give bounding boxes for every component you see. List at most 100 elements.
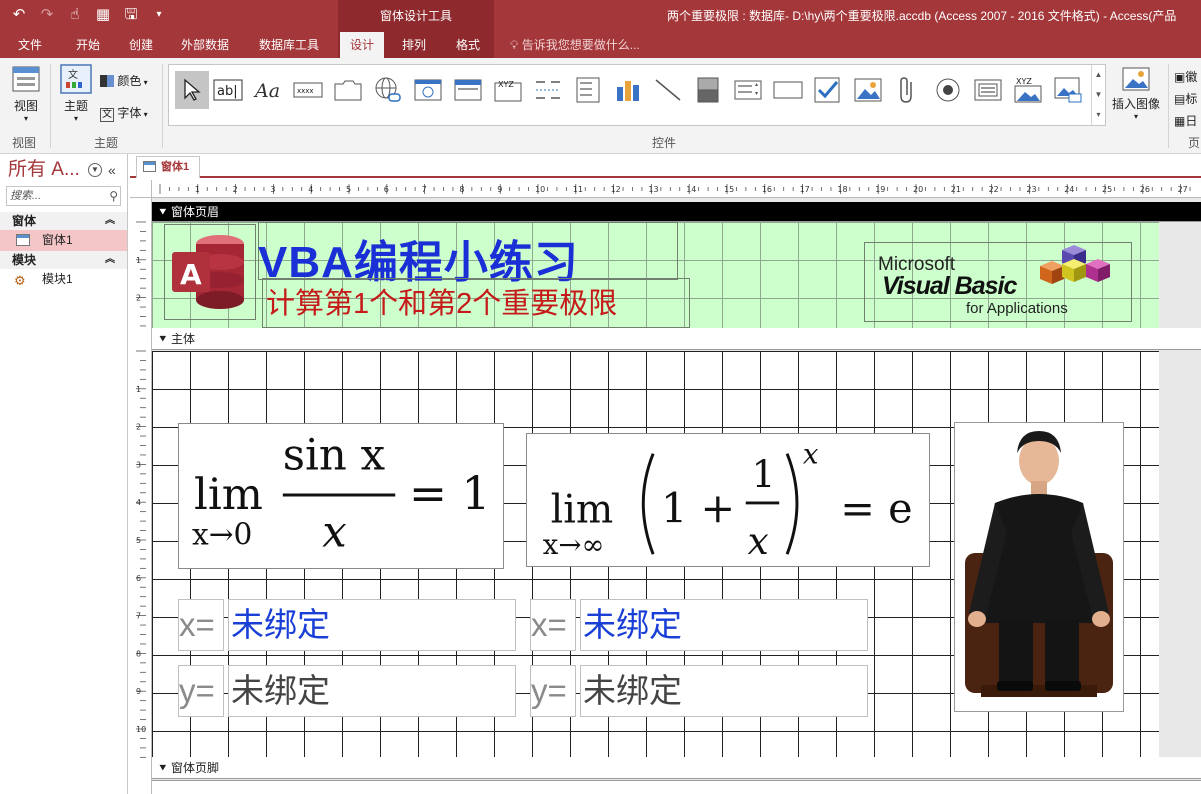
ruler-number: 3 bbox=[136, 460, 141, 469]
chevron-up-icon[interactable]: ︽ bbox=[105, 251, 115, 269]
lim-subscript: x→∞ bbox=[543, 528, 605, 561]
gallery-scroll[interactable]: ▲ ▼ ▾ bbox=[1091, 65, 1105, 125]
image-control-icon[interactable] bbox=[1053, 75, 1083, 105]
controls-gallery: ab| Aa xxxx XYZ XYZ ▲ ▼ ▾ bbox=[168, 64, 1106, 126]
tab-create[interactable]: 创建 bbox=[118, 32, 164, 58]
nav-item-form1[interactable]: 窗体1 bbox=[0, 230, 127, 251]
chevron-down-icon: ▾ bbox=[1133, 112, 1138, 121]
window-title: 两个重要极限 : 数据库- D:\hy\两个重要极限.accdb (Access… bbox=[667, 9, 1177, 23]
bound-object-frame-icon[interactable]: XYZ bbox=[1013, 75, 1043, 105]
rectangle-control-icon[interactable] bbox=[773, 75, 803, 105]
document-tab-form1[interactable]: 窗体1 bbox=[136, 156, 200, 178]
logo-button[interactable]: ▣徽 bbox=[1174, 66, 1197, 88]
vb-logo-applications: for Applications bbox=[966, 300, 1068, 317]
form-footer-bar[interactable]: ⯆ 窗体页脚 bbox=[152, 757, 1201, 779]
x-label-left[interactable]: x= bbox=[178, 599, 224, 651]
customize-qat-icon[interactable]: ▾ bbox=[148, 4, 170, 26]
ruler-number: 10 bbox=[535, 185, 545, 194]
ruler-number: 3 bbox=[270, 185, 275, 194]
hyperlink-control-icon[interactable] bbox=[373, 75, 403, 105]
redo-icon[interactable]: ↷ bbox=[36, 4, 58, 26]
ribbon-tabs: 文件 开始 创建 外部数据 数据库工具 设计 排列 格式 💡︎ 告诉我您想要做什… bbox=[0, 32, 1201, 58]
ruler-number: 23 bbox=[1026, 185, 1036, 194]
view-label: 视图 bbox=[13, 99, 38, 113]
form-header-bar[interactable]: ⯆ 窗体页眉 bbox=[152, 202, 1201, 222]
ruler-number: 1 bbox=[195, 185, 200, 194]
unbound-object-frame-icon[interactable] bbox=[853, 75, 883, 105]
textbox-control-icon[interactable]: ab| bbox=[213, 75, 243, 105]
tab-file[interactable]: 文件 bbox=[8, 32, 52, 58]
tab-home[interactable]: 开始 bbox=[64, 32, 112, 58]
tell-me-box[interactable]: 💡︎ 告诉我您想要做什么... bbox=[510, 32, 640, 58]
chevron-up-icon[interactable]: ︽ bbox=[105, 212, 115, 230]
detail-section-bar[interactable]: ⯆ 主体 bbox=[152, 328, 1201, 350]
date-time-button[interactable]: ▦日 bbox=[1174, 110, 1197, 132]
tab-database-tools[interactable]: 数据库工具 bbox=[250, 32, 328, 58]
title-icon: ▤ bbox=[1174, 92, 1186, 106]
nav-section-modules[interactable]: 模块 ︽ bbox=[0, 251, 127, 269]
checkbox-control-icon[interactable] bbox=[813, 75, 843, 105]
ruler-number: 4 bbox=[136, 498, 141, 507]
toggle-button-icon[interactable] bbox=[693, 75, 723, 105]
attachment-icon[interactable] bbox=[893, 75, 923, 105]
title-label: 标 bbox=[1185, 92, 1198, 106]
header-footer-group-label: 页 bbox=[1188, 136, 1201, 150]
collapse-pane-icon[interactable]: « bbox=[108, 154, 116, 186]
page-break-icon[interactable] bbox=[533, 75, 563, 105]
undo-icon[interactable]: ↶ bbox=[8, 4, 30, 26]
combo-box-icon[interactable] bbox=[573, 75, 603, 105]
y-label-right[interactable]: y= bbox=[530, 665, 576, 717]
chevron-down-circle-icon[interactable]: ▼ bbox=[88, 163, 102, 177]
formula-first-limit[interactable]: lim x→0 sin x x = 1 bbox=[178, 423, 504, 569]
nav-item-module1[interactable]: ⚙ 模块1 bbox=[0, 269, 127, 290]
subform-icon[interactable] bbox=[973, 75, 1003, 105]
touch-mode-icon[interactable]: ☝ bbox=[64, 4, 86, 26]
title-button[interactable]: ▤标 bbox=[1174, 88, 1197, 110]
gallery-more-icon[interactable]: ▾ bbox=[1092, 105, 1105, 125]
line-control-icon[interactable] bbox=[653, 75, 683, 105]
tab-arrange[interactable]: 排列 bbox=[392, 32, 436, 58]
chevron-down-icon[interactable]: ▼ bbox=[1092, 85, 1105, 105]
list-box-icon[interactable] bbox=[733, 75, 763, 105]
fonts-button[interactable]: 文 字体 ▾ bbox=[100, 104, 148, 122]
button-control-icon[interactable]: xxxx bbox=[293, 75, 323, 105]
form-header-section[interactable]: A VBA编程小练习 计算第1个和第2个重要极限 Microsoft Visua… bbox=[152, 222, 1159, 328]
web-browser-control-icon[interactable] bbox=[413, 75, 443, 105]
view-button[interactable]: 视图 ▾ bbox=[8, 64, 44, 123]
nav-section-forms[interactable]: 窗体 ︽ bbox=[0, 212, 127, 230]
tab-design[interactable]: 设计 bbox=[340, 32, 384, 58]
form-view-icon[interactable]: ▦ bbox=[92, 4, 114, 26]
y-textbox-right[interactable]: 未绑定 bbox=[580, 665, 868, 717]
x-textbox-right[interactable]: 未绑定 bbox=[580, 599, 868, 651]
search-icon[interactable]: ⚲ bbox=[109, 187, 118, 205]
option-button-icon[interactable] bbox=[933, 75, 963, 105]
formula-second-limit[interactable]: lim x→∞ 1 + 1 x x = e bbox=[526, 433, 930, 567]
x-textbox-left[interactable]: 未绑定 bbox=[228, 599, 516, 651]
chart-control-icon[interactable] bbox=[613, 75, 643, 105]
navigation-control-icon[interactable] bbox=[453, 75, 483, 105]
save-icon[interactable]: 🖫 bbox=[120, 4, 142, 26]
ruler-number: 16 bbox=[762, 185, 772, 194]
x-label-right[interactable]: x= bbox=[530, 599, 576, 651]
tab-external-data[interactable]: 外部数据 bbox=[172, 32, 238, 58]
tab-control-icon[interactable] bbox=[333, 75, 363, 105]
chevron-up-icon[interactable]: ▲ bbox=[1092, 65, 1105, 85]
form-footer-section[interactable] bbox=[152, 780, 1201, 794]
tab-format[interactable]: 格式 bbox=[446, 32, 490, 58]
left-paren bbox=[641, 453, 655, 555]
svg-text:XYZ: XYZ bbox=[1016, 77, 1032, 86]
nav-pane-header[interactable]: 所有 A... ▼ « bbox=[0, 154, 127, 186]
form-subtitle[interactable]: 计算第1个和第2个重要极限 bbox=[266, 280, 617, 322]
ruler-number: 26 bbox=[1140, 185, 1150, 194]
y-label-left[interactable]: y= bbox=[178, 665, 224, 717]
colors-button[interactable]: 颜色 ▾ bbox=[100, 72, 148, 89]
insert-image-button[interactable]: 插入图像 ▾ bbox=[1108, 66, 1164, 121]
select-pointer-icon[interactable] bbox=[175, 71, 209, 109]
option-group-icon[interactable]: XYZ bbox=[493, 75, 523, 105]
presenter-photo[interactable] bbox=[954, 422, 1124, 712]
label-control-icon[interactable]: Aa bbox=[253, 75, 283, 105]
nav-search-input[interactable]: 搜索... ⚲ bbox=[6, 186, 121, 206]
y-textbox-left[interactable]: 未绑定 bbox=[228, 665, 516, 717]
themes-button[interactable]: 文 主题 ▾ bbox=[58, 64, 94, 123]
ruler-number: 4 bbox=[308, 185, 313, 194]
